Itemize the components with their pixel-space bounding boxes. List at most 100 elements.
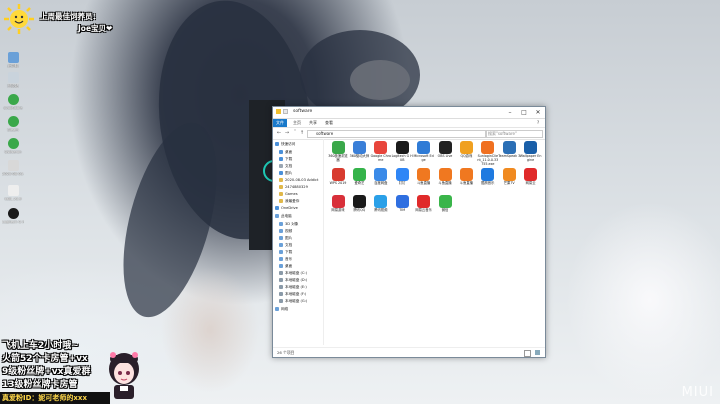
file-item[interactable]: 腾讯视频 — [370, 195, 392, 213]
file-item[interactable]: 斗鱼直播 — [455, 168, 477, 186]
file-item[interactable]: Microsoft Edge — [413, 141, 435, 163]
file-item-label: SunloginClient_11.0.0.33755.exe — [477, 154, 499, 166]
maximize-button[interactable]: □ — [517, 107, 531, 118]
nav-item[interactable]: 本地磁盘 (F:) — [279, 291, 306, 298]
file-item[interactable]: 网易云音乐 — [413, 195, 435, 213]
nav-item-icon — [279, 199, 283, 203]
app-shortcut-icon — [374, 195, 388, 208]
nav-item-label: 本地磁盘 (D:) — [285, 278, 308, 282]
file-item-label: 斗鱼直播 — [417, 181, 431, 185]
nav-item[interactable]: 文档 — [279, 242, 292, 249]
sun-sticker-icon — [4, 4, 34, 34]
file-item[interactable]: 360极速浏览器 — [327, 141, 349, 163]
desktop-icon[interactable]: Steam — [2, 116, 24, 132]
file-item[interactable]: WPS 2019 — [327, 168, 349, 186]
nav-item[interactable]: OneDrive — [275, 205, 298, 212]
navigation-pane[interactable]: 快速访问 桌面 下载 文档 图片 2020-08-03 Addict 2474880329 G… — [273, 139, 324, 345]
nav-item[interactable]: 2020-08-03 Addict — [279, 177, 318, 184]
watermark: MIUI — [681, 385, 714, 400]
nav-item[interactable]: 本地磁盘 (D:) — [279, 277, 307, 284]
desktop-icon[interactable]: Qsbseron — [2, 138, 24, 154]
nav-item[interactable]: 此电脑 — [275, 213, 292, 220]
file-item-label: 斗鱼直播 — [438, 181, 452, 185]
file-item[interactable]: 爱奇艺 — [348, 168, 370, 186]
title-bar[interactable]: software – □ ✕ — [273, 107, 545, 119]
nav-item[interactable]: 音乐 — [279, 256, 292, 263]
app-shortcut-icon — [502, 141, 516, 154]
file-item[interactable]: TeamSpeak 3 — [498, 141, 520, 159]
file-item[interactable]: SunloginClient_11.0.0.33755.exe — [477, 141, 499, 166]
quick-access-icon[interactable] — [283, 109, 288, 114]
desktop-icon[interactable]: 2020-08-03 Addicho... — [2, 160, 24, 176]
file-item[interactable]: 芒果TV — [498, 168, 520, 186]
file-item[interactable]: 百度网盘 — [370, 168, 392, 186]
nav-item[interactable]: 桌面 — [279, 263, 292, 270]
address-bar[interactable]: software — [307, 130, 487, 138]
nav-item[interactable]: 2474880329 — [279, 184, 308, 191]
nav-item[interactable]: 3D 对象 — [279, 221, 298, 228]
tab-view[interactable]: 查看 — [325, 120, 333, 126]
desktop-icon[interactable]: ovobubble — [2, 94, 24, 110]
nav-item[interactable]: Games — [279, 191, 298, 198]
file-item[interactable]: QQ游戏 — [455, 141, 477, 159]
desktop-icon[interactable]: ksbl_v3.9 — [2, 185, 24, 201]
nav-item-icon — [279, 192, 283, 196]
file-item[interactable]: 网易云 — [520, 168, 542, 186]
file-item[interactable]: 酷狗音乐 — [477, 168, 499, 186]
tab-home[interactable]: 主页 — [293, 120, 301, 126]
file-item[interactable]: 微信 — [434, 195, 456, 213]
file-item[interactable]: 360驱动大师 — [348, 141, 370, 159]
tab-file[interactable]: 文件 — [273, 119, 287, 127]
search-input[interactable]: 搜索"software" — [485, 130, 543, 138]
file-item[interactable]: 斗鱼直播 — [413, 168, 435, 186]
file-item-label: WPS 2019 — [329, 181, 347, 185]
nav-item[interactable]: 本地磁盘 (E:) — [279, 284, 307, 291]
nav-item[interactable]: 快速访问 — [275, 141, 295, 148]
nav-item[interactable]: 网络 — [275, 306, 288, 313]
file-item[interactable]: 斗鱼直播 — [434, 168, 456, 186]
nav-item[interactable]: 本地磁盘 (G:) — [279, 298, 307, 305]
nav-item[interactable]: 图片 — [279, 235, 292, 242]
nav-item[interactable]: 视频 — [279, 228, 292, 235]
file-item[interactable]: TIM — [391, 195, 413, 213]
large-icons-view-icon[interactable] — [535, 350, 540, 355]
minimize-button[interactable]: – — [503, 107, 517, 118]
close-button[interactable]: ✕ — [531, 107, 545, 118]
recent-dropdown-icon[interactable]: ˇ — [292, 130, 298, 136]
file-item[interactable]: Logitech G HUB — [391, 141, 413, 163]
desktop-icon[interactable]: Logitech G HUB — [2, 208, 24, 224]
recycle-bin-icon — [7, 72, 19, 83]
forward-button[interactable]: → — [284, 130, 290, 136]
file-item-label: 芒果TV — [503, 181, 515, 185]
up-button[interactable]: ↑ — [299, 130, 305, 136]
desktop-icon[interactable]: 回收站 — [2, 72, 24, 88]
app-shortcut-icon — [331, 195, 345, 208]
file-explorer-window[interactable]: software – □ ✕ 文件 主页 共享 查看 ? ← → ˇ ↑ sof… — [272, 106, 546, 358]
file-item[interactable]: OBS Live — [434, 141, 456, 159]
tab-share[interactable]: 共享 — [309, 120, 317, 126]
file-item[interactable]: Wallpaper Engine — [520, 141, 542, 163]
nav-item[interactable]: 下载 — [279, 156, 292, 163]
file-item-label: 腾讯QQ — [353, 208, 366, 212]
file-item[interactable]: 网易游戏 — [327, 195, 349, 213]
nav-item-label: 文档 — [285, 243, 293, 247]
details-view-icon[interactable] — [524, 350, 531, 357]
nav-item-label: 本地磁盘 (E:) — [285, 285, 307, 289]
file-item[interactable]: Google Chrome — [370, 141, 392, 163]
back-button[interactable]: ← — [276, 130, 282, 136]
file-item-label: 网易云 — [525, 181, 536, 185]
nav-item[interactable]: 本地磁盘 (C:) — [279, 270, 307, 277]
nav-item[interactable]: 下载 — [279, 249, 292, 256]
file-item[interactable]: 钉钉 — [391, 168, 413, 186]
nav-item-icon — [279, 285, 283, 289]
nav-item[interactable]: 图片 — [279, 170, 292, 177]
nav-item[interactable]: 文档 — [279, 163, 292, 170]
desktop-icon[interactable]: 此电脑 — [2, 52, 24, 68]
nav-item-label: 文档 — [285, 164, 293, 168]
help-icon[interactable]: ? — [531, 119, 545, 127]
nav-item-label: 下载 — [285, 250, 293, 254]
nav-item-label: 图片 — [285, 236, 293, 240]
file-item[interactable]: 腾讯QQ — [348, 195, 370, 213]
nav-item[interactable]: 我最爱你 — [279, 198, 299, 205]
nav-item[interactable]: 桌面 — [279, 149, 292, 156]
